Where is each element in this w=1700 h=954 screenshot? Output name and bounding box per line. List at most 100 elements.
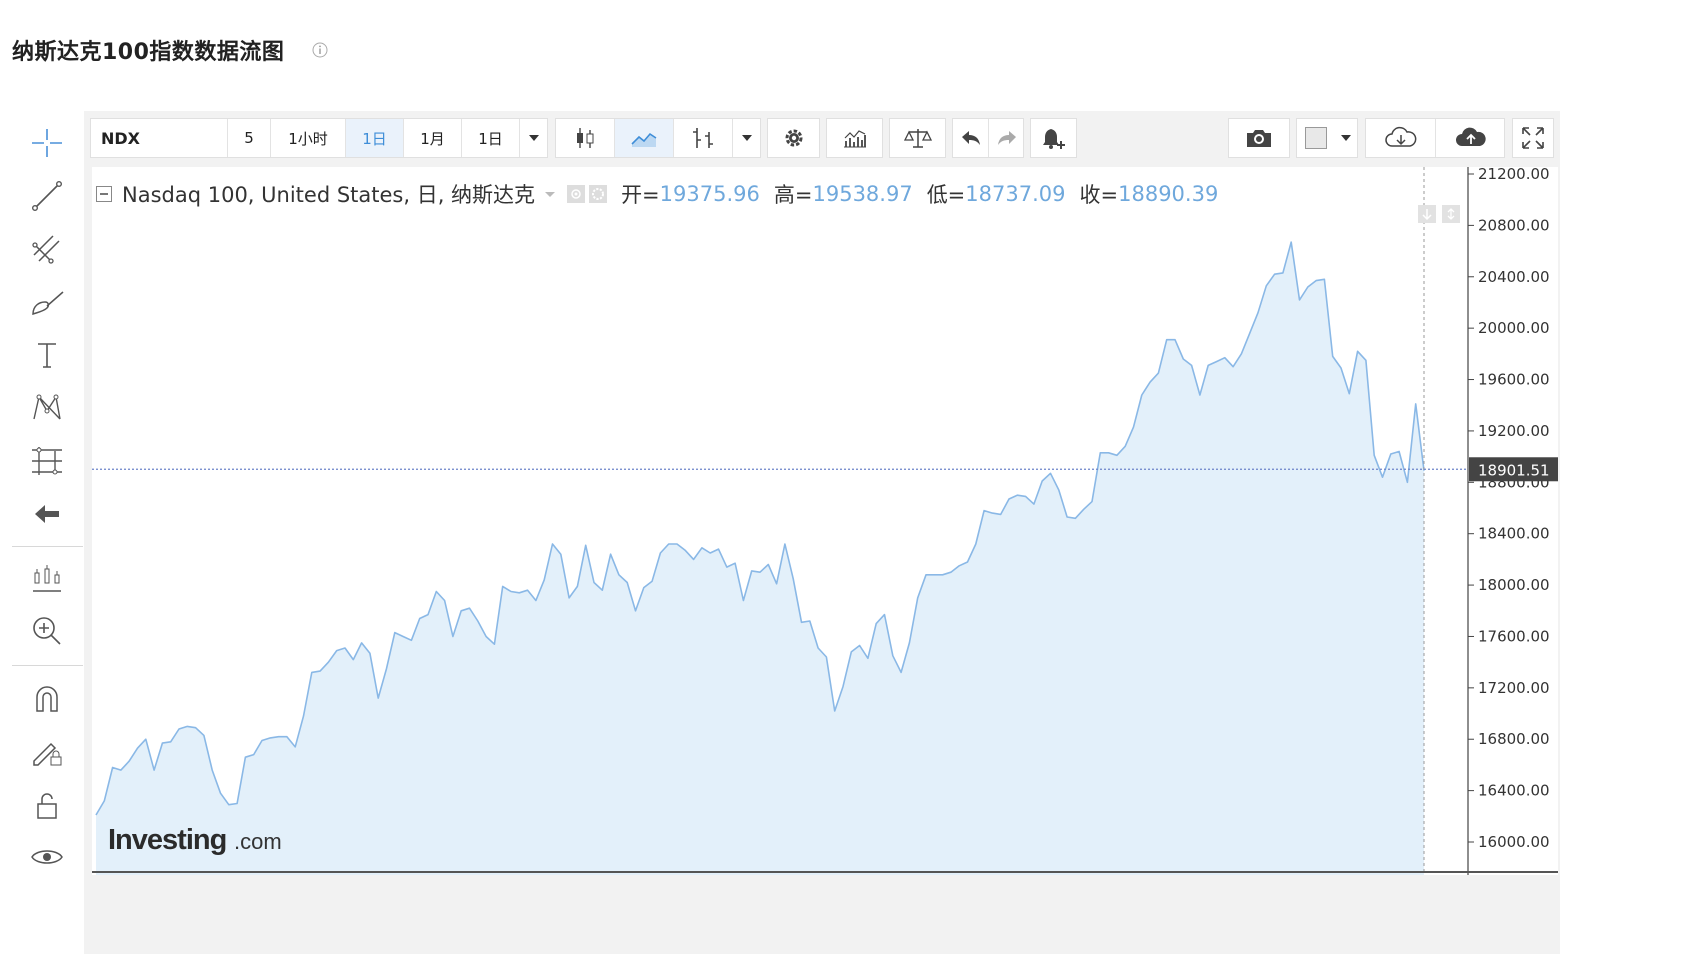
toolbar-divider: [12, 665, 83, 666]
fullscreen-button[interactable]: [1512, 118, 1554, 158]
time-axis-border: [92, 871, 1558, 873]
snapshot-cell: [1229, 119, 1289, 157]
y-tick-label: 20800.00: [1478, 216, 1550, 234]
indicators-cell: [827, 119, 882, 157]
series-name: Nasdaq 100, United States, 日, 纳斯达克: [122, 183, 536, 207]
page-title: 纳斯达克100指数数据流图: [12, 40, 285, 65]
area-chart-icon: [631, 132, 657, 147]
high-label: 高=: [773, 183, 813, 207]
low-value: 18737.09: [965, 182, 1066, 206]
y-tick-label: 18000.00: [1478, 576, 1550, 594]
low-label: 低=: [926, 183, 966, 207]
undo-button[interactable]: [953, 119, 988, 157]
interval-1d[interactable]: 1日: [346, 119, 403, 157]
info-icon[interactable]: [312, 42, 328, 58]
bar-chart-icon: [843, 130, 866, 148]
magnet-icon[interactable]: [29, 681, 65, 717]
color-swatch[interactable]: [1297, 119, 1335, 157]
toolbar-divider: [12, 546, 83, 547]
color-dropdown[interactable]: [1335, 119, 1357, 157]
y-tick-label: 20400.00: [1478, 268, 1550, 286]
interval-group: NDX 5 1小时 1日 1月 1日: [90, 118, 548, 158]
bars-button[interactable]: [674, 119, 732, 157]
compare-button[interactable]: [889, 118, 946, 158]
y-tick-label: 18400.00: [1478, 525, 1550, 543]
open-value: 19375.96: [659, 182, 760, 206]
chart-pane[interactable]: 21200.00 20800.00 20400.00 20000.00 19600.00…: [92, 163, 1558, 876]
chart-type-group: [555, 118, 761, 158]
redo-icon: [997, 131, 1016, 145]
swatch-box: [1305, 127, 1327, 149]
text-tool-icon[interactable]: [29, 337, 65, 373]
y-tick-label: 16400.00: [1478, 782, 1550, 800]
chart-type-dropdown[interactable]: [733, 119, 761, 157]
alert-cell: [1031, 119, 1076, 157]
y-tick-label: 19200.00: [1478, 422, 1550, 440]
alert-button[interactable]: [1030, 118, 1077, 158]
balance-scale-icon: [903, 129, 932, 148]
fullscreen-cell: [1513, 119, 1553, 157]
y-tick-label: 17600.00: [1478, 627, 1550, 645]
cloud-upload-button[interactable]: [1436, 119, 1505, 157]
y-tick-label: 17200.00: [1478, 679, 1550, 697]
undo-icon: [961, 131, 980, 145]
investing-logo-suffix: .com: [234, 829, 282, 854]
interval-5[interactable]: 5: [228, 119, 270, 157]
indicators-button[interactable]: [826, 118, 883, 158]
crosshair-icon[interactable]: [29, 125, 65, 161]
current-price-label: 18901.51: [1478, 461, 1550, 479]
high-value: 19538.97: [812, 182, 913, 206]
settings-button[interactable]: [767, 118, 820, 158]
bell-plus-icon: [1042, 129, 1065, 149]
chart-toolbar: NDX 5 1小时 1日 1月 1日: [90, 118, 1554, 158]
cloud-download-button[interactable]: [1366, 119, 1435, 157]
arrow-left-icon[interactable]: [29, 496, 65, 532]
caret-down-icon: [529, 135, 539, 141]
area-fill: [96, 242, 1424, 876]
gear-icon: [785, 129, 802, 147]
interval-custom[interactable]: 1日: [462, 119, 519, 157]
y-tick-label: 16800.00: [1478, 730, 1550, 748]
cloud-upload-icon: [1455, 127, 1486, 146]
snapshot-button[interactable]: [1228, 118, 1290, 158]
pattern-icon[interactable]: [29, 390, 65, 426]
eye-toggle-icon[interactable]: [567, 185, 586, 203]
prediction-icon[interactable]: [29, 443, 65, 479]
drawing-toolbar: [0, 111, 84, 954]
settings-cell: [768, 119, 819, 157]
y-tick-label: 16000.00: [1478, 833, 1550, 851]
open-label: 开=: [621, 183, 660, 207]
brush-icon[interactable]: [29, 284, 65, 320]
compare-cell: [890, 119, 945, 157]
ohlc-bars-icon: [693, 128, 713, 148]
caret-down-icon[interactable]: [543, 189, 557, 199]
trend-line-icon[interactable]: [29, 178, 65, 214]
lock-drawings-icon[interactable]: [29, 733, 65, 769]
investing-logo: Investing: [108, 824, 226, 856]
candles-button[interactable]: [556, 119, 614, 157]
interval-dropdown[interactable]: [520, 119, 548, 157]
cloud-download-icon: [1384, 126, 1416, 147]
y-tick-label: 21200.00: [1478, 167, 1550, 183]
zoom-in-icon[interactable]: [29, 613, 65, 649]
interval-1m[interactable]: 1月: [404, 119, 461, 157]
series-settings-icon[interactable]: [589, 185, 608, 203]
color-picker-group[interactable]: [1296, 118, 1358, 158]
caret-down-icon: [1341, 135, 1351, 141]
area-chart-button[interactable]: [615, 119, 673, 157]
y-tick-label: 20000.00: [1478, 319, 1550, 337]
unlock-icon[interactable]: [29, 787, 65, 823]
redo-button[interactable]: [989, 119, 1024, 157]
price-chart[interactable]: 21200.00 20800.00 20400.00 20000.00 19600.00…: [92, 163, 1558, 876]
fib-lines-icon[interactable]: [29, 231, 65, 267]
close-label: 收=: [1079, 183, 1119, 207]
eye-icon[interactable]: [29, 839, 65, 875]
undo-redo-group: [952, 118, 1024, 158]
indicators-icon[interactable]: [29, 561, 65, 597]
caret-down-icon: [742, 135, 752, 141]
interval-1h[interactable]: 1小时: [271, 119, 345, 157]
collapse-legend-button[interactable]: [96, 186, 112, 202]
chart-legend: Nasdaq 100, United States, 日, 纳斯达克 开= 19…: [96, 180, 1232, 208]
fullscreen-icon: [1522, 127, 1544, 149]
symbol-input[interactable]: NDX: [101, 119, 140, 157]
